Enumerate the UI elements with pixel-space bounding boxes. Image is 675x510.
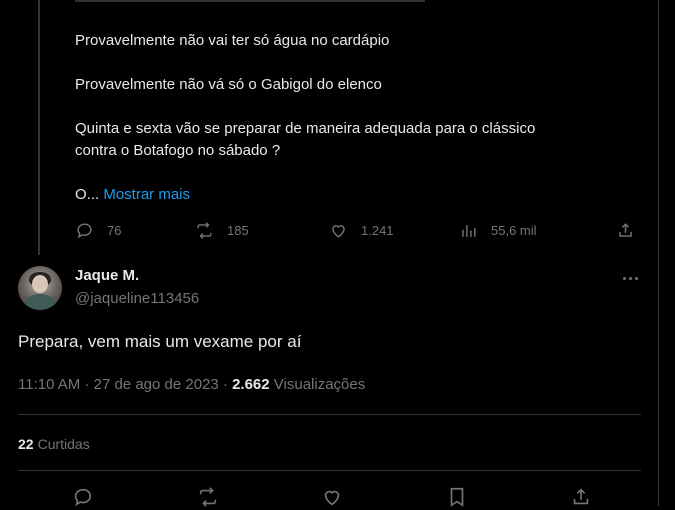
tweet-paragraph: Provavelmente não vai ter só água no car…: [75, 32, 390, 49]
retweet-icon: [197, 221, 212, 239]
reply-count: 76: [107, 222, 122, 238]
thread-connector-line: [38, 0, 40, 255]
separator: ·: [222, 376, 228, 393]
share-icon[interactable]: [570, 486, 592, 508]
like-count: 1.241: [361, 222, 394, 238]
reply-icon: [77, 222, 92, 238]
retweet-icon[interactable]: [197, 486, 219, 508]
likes-summary[interactable]: 22 Curtidas: [18, 436, 90, 452]
column-border: [658, 0, 659, 506]
retweet-count: 185: [227, 222, 249, 238]
bookmark-icon[interactable]: [446, 486, 468, 508]
views-button[interactable]: 55,6 mil: [459, 221, 616, 240]
retweet-button[interactable]: 185: [195, 221, 329, 240]
likes-count: 22: [18, 436, 34, 452]
tweet-time[interactable]: 11:10 AM: [18, 376, 80, 393]
tweet-paragraph: Quinta e sexta vão se preparar de maneir…: [75, 120, 536, 159]
like-icon[interactable]: [321, 486, 343, 508]
tweet-metadata: 11:10 AM · 27 de ago de 2023 · 2.662 Vis…: [18, 376, 365, 393]
show-more-link[interactable]: Mostrar mais: [103, 186, 190, 203]
views-icon: [462, 224, 476, 237]
share-icon: [619, 222, 632, 237]
likes-label: Curtidas: [37, 436, 90, 452]
views-label: Visualizações: [273, 376, 366, 393]
previous-tweet-actions: 76 185 1.241 55,6 mil: [75, 218, 640, 242]
tweet-date[interactable]: 27 de ago de 2023: [94, 376, 219, 393]
reply-button[interactable]: 76: [75, 221, 195, 240]
like-button[interactable]: 1.241: [329, 221, 459, 240]
tweet-paragraph: Provavelmente não vá só o Gabigol do ele…: [75, 76, 382, 93]
more-options-button[interactable]: [618, 266, 642, 290]
avatar[interactable]: [18, 266, 62, 310]
author-handle[interactable]: @jaqueline113456: [75, 290, 199, 307]
previous-tweet-text: Provavelmente não vai ter só água no car…: [75, 30, 635, 206]
share-button[interactable]: [616, 221, 635, 240]
like-icon: [332, 224, 345, 238]
views-count: 2.662: [232, 376, 270, 393]
reply-icon[interactable]: [72, 486, 94, 508]
more-dots-icon: [622, 276, 626, 280]
tweet-text: Prepara, vem mais um vexame por aí: [18, 332, 302, 351]
truncated-text: O...: [75, 186, 100, 203]
tweet-paragraph-truncated: O... Mostrar mais: [75, 184, 635, 206]
views-count: 55,6 mil: [491, 222, 537, 238]
separator: ·: [84, 376, 90, 393]
tweet-actions: [72, 486, 592, 510]
top-divider: [75, 0, 425, 2]
author-name[interactable]: Jaque M.: [75, 267, 139, 284]
divider: [18, 470, 641, 471]
divider: [18, 414, 641, 415]
